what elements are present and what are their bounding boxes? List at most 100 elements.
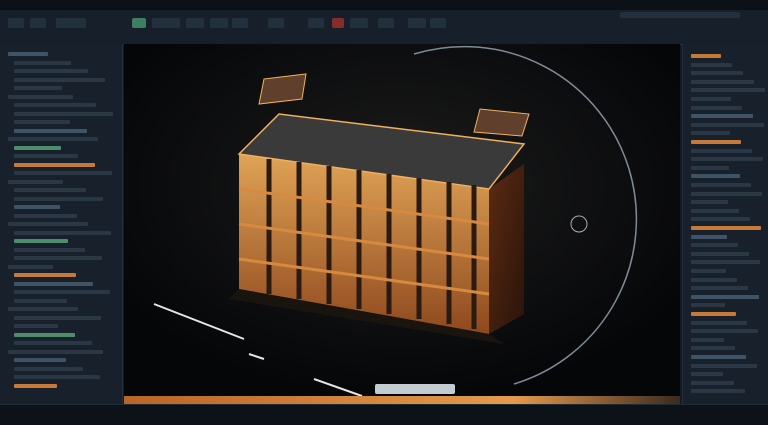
left-panel-row[interactable] (14, 281, 93, 286)
left-panel-row[interactable] (14, 196, 103, 201)
status-pill (375, 384, 455, 394)
left-panel-row[interactable] (14, 162, 95, 167)
right-panel-row[interactable] (691, 389, 745, 394)
toolbar-button[interactable] (430, 18, 446, 28)
left-panel-row[interactable] (14, 171, 112, 175)
left-panel-row[interactable] (14, 273, 76, 277)
toolbar-button[interactable] (232, 18, 248, 28)
left-panel-row[interactable] (14, 256, 102, 260)
right-panel-row[interactable] (691, 346, 735, 351)
left-panel-row[interactable] (14, 120, 70, 124)
left-panel-row[interactable] (14, 341, 92, 345)
right-panel-row[interactable] (691, 363, 757, 368)
right-panel-row[interactable] (691, 148, 752, 153)
left-panel-row[interactable] (14, 358, 66, 362)
left-panel-row[interactable] (8, 307, 78, 311)
left-panel-row[interactable] (14, 298, 67, 303)
right-panel-row[interactable] (691, 372, 723, 377)
right-panel-row[interactable] (691, 54, 721, 58)
left-panel-row[interactable] (14, 332, 75, 337)
toolbar-button[interactable] (186, 18, 204, 28)
right-panel-row[interactable] (691, 217, 750, 222)
right-panel-row[interactable] (691, 208, 739, 213)
viewport-scene (124, 44, 680, 400)
right-panel-row[interactable] (691, 140, 741, 144)
right-panel-row[interactable] (691, 183, 751, 187)
toolbar-button[interactable] (210, 18, 228, 28)
right-panel-row[interactable] (691, 105, 742, 110)
right-panel-row[interactable] (691, 269, 726, 273)
left-panel-row[interactable] (14, 315, 101, 320)
left-panel-row[interactable] (14, 213, 77, 218)
right-panel-row[interactable] (691, 165, 729, 170)
right-panel-row[interactable] (691, 329, 758, 334)
timeline-bar[interactable] (124, 396, 680, 404)
toolbar-button[interactable] (56, 18, 86, 28)
left-panel-row[interactable] (14, 375, 100, 379)
right-panel-row[interactable] (691, 122, 764, 127)
left-panel-row[interactable] (14, 324, 58, 328)
left-panel-row[interactable] (14, 103, 96, 107)
right-panel-row[interactable] (691, 312, 736, 316)
left-panel-row[interactable] (8, 52, 48, 56)
right-panel-row[interactable] (691, 62, 732, 67)
left-panel-row[interactable] (14, 188, 86, 192)
toolbar-button[interactable] (8, 18, 24, 28)
window-controls[interactable] (620, 12, 740, 18)
right-panel-row[interactable] (691, 97, 731, 101)
right-panel-row[interactable] (691, 294, 759, 299)
left-panel-row[interactable] (14, 111, 113, 116)
right-panel-row[interactable] (691, 71, 743, 76)
toolbar-button[interactable] (308, 18, 324, 28)
toolbar-button[interactable] (408, 18, 426, 28)
left-panel-row[interactable] (14, 145, 61, 150)
toolbar-button[interactable] (378, 18, 394, 28)
right-panel-row[interactable] (691, 277, 737, 282)
left-panel-row[interactable] (14, 69, 88, 73)
right-panel-row[interactable] (691, 380, 734, 385)
toolbar-button[interactable] (132, 18, 146, 28)
right-panel-row[interactable] (691, 243, 738, 248)
left-panel-row[interactable] (8, 349, 103, 354)
toolbar-button[interactable] (268, 18, 284, 28)
left-panel-row[interactable] (14, 239, 68, 243)
toolbar-button[interactable] (30, 18, 46, 28)
left-panel-row[interactable] (14, 154, 78, 158)
left-panel-row[interactable] (8, 264, 53, 269)
left-panel-row[interactable] (14, 60, 71, 65)
left-panel-row[interactable] (14, 290, 110, 294)
3d-viewport[interactable] (124, 44, 680, 400)
left-panel-row[interactable] (14, 128, 87, 133)
right-panel-row[interactable] (691, 200, 728, 205)
right-panel-row[interactable] (691, 226, 761, 230)
right-panel-row[interactable] (691, 355, 746, 359)
right-panel-row[interactable] (691, 251, 749, 256)
right-panel-row[interactable] (691, 79, 754, 84)
left-panel-row[interactable] (14, 247, 85, 252)
right-panel-row[interactable] (691, 131, 730, 136)
left-panel-row[interactable] (14, 77, 105, 82)
right-panel-row[interactable] (691, 286, 748, 291)
right-panel-row[interactable] (691, 191, 762, 196)
right-panel-row[interactable] (691, 174, 740, 179)
left-panel-row[interactable] (14, 86, 62, 90)
left-panel-row[interactable] (14, 366, 83, 371)
toolbar-button[interactable] (350, 18, 368, 28)
right-panel-row[interactable] (691, 234, 727, 239)
left-panel-row[interactable] (8, 137, 98, 141)
right-panel-row[interactable] (691, 114, 753, 119)
left-panel-row[interactable] (14, 383, 57, 388)
right-panel-row[interactable] (691, 337, 724, 342)
left-panel-row[interactable] (8, 222, 88, 226)
left-panel-row[interactable] (14, 230, 111, 235)
left-panel-row[interactable] (8, 179, 63, 184)
left-panel-row[interactable] (14, 205, 60, 209)
right-panel-row[interactable] (691, 157, 763, 162)
toolbar-button[interactable] (332, 18, 344, 28)
right-panel-row[interactable] (691, 88, 765, 93)
right-panel-row[interactable] (691, 320, 747, 325)
toolbar-button[interactable] (152, 18, 180, 28)
right-panel-row[interactable] (691, 260, 760, 265)
right-panel-row[interactable] (691, 303, 725, 308)
left-panel-row[interactable] (8, 94, 73, 99)
